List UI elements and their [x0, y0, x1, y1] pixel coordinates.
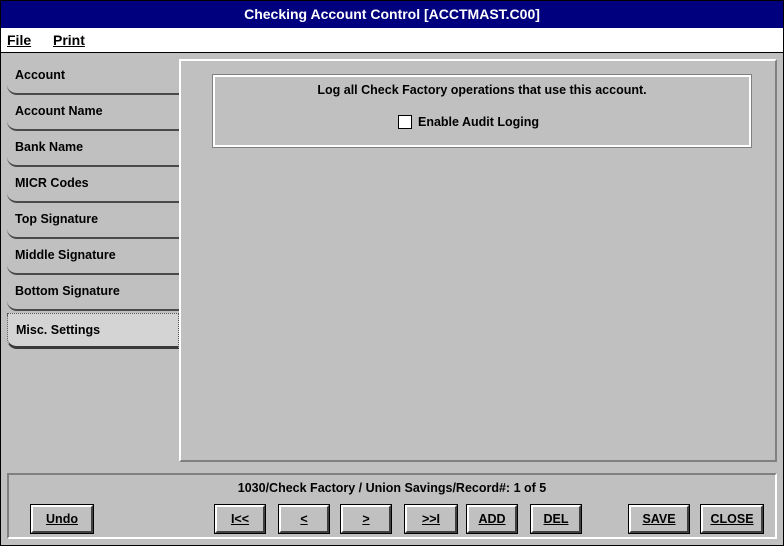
- first-record-button[interactable]: I<<: [214, 504, 266, 534]
- window-title: Checking Account Control [ACCTMAST.C00]: [244, 6, 540, 22]
- tab-misc-settings[interactable]: Misc. Settings: [7, 313, 179, 349]
- tab-label: Top Signature: [15, 212, 99, 226]
- delete-button[interactable]: DEL: [530, 504, 582, 534]
- application-window: Checking Account Control [ACCTMAST.C00] …: [0, 0, 784, 546]
- menu-file-label: File: [7, 32, 32, 48]
- menu-print-label: Print: [53, 32, 85, 48]
- menu-file[interactable]: File: [7, 32, 31, 48]
- tab-bottom-signature[interactable]: Bottom Signature: [7, 275, 179, 311]
- previous-record-button-label: <: [300, 512, 308, 526]
- tab-account-name[interactable]: Account Name: [7, 95, 179, 131]
- close-button-label: CLOSE: [710, 512, 754, 526]
- tab-label: Bank Name: [15, 140, 84, 154]
- undo-button-label: Undo: [46, 512, 78, 526]
- enable-audit-checkbox[interactable]: Enable Audit Loging: [398, 114, 539, 129]
- tab-label: MICR Codes: [15, 176, 89, 190]
- last-record-button-label: >>I: [421, 512, 441, 526]
- next-record-button-label: >: [362, 512, 370, 526]
- audit-group-box: Log all Check Factory operations that us…: [212, 74, 752, 148]
- tab-account[interactable]: Account: [7, 59, 179, 95]
- tab-label: Middle Signature: [15, 248, 116, 262]
- undo-button[interactable]: Undo: [30, 504, 94, 534]
- last-record-button[interactable]: >>I: [404, 504, 458, 534]
- menu-print[interactable]: Print: [53, 32, 85, 48]
- previous-record-button[interactable]: <: [278, 504, 330, 534]
- menu-bar: File Print: [1, 28, 783, 53]
- tab-middle-signature[interactable]: Middle Signature: [7, 239, 179, 275]
- close-button[interactable]: CLOSE: [700, 504, 764, 534]
- add-button[interactable]: ADD: [466, 504, 518, 534]
- save-button[interactable]: SAVE: [628, 504, 690, 534]
- tab-content-panel: Log all Check Factory operations that us…: [179, 59, 777, 462]
- audit-description: Log all Check Factory operations that us…: [317, 83, 647, 97]
- add-button-label: ADD: [478, 512, 506, 526]
- tab-label: Account: [15, 68, 65, 82]
- record-status: 1030/Check Factory / Union Savings/Recor…: [237, 481, 547, 495]
- record-navigation-panel: 1030/Check Factory / Union Savings/Recor…: [7, 473, 777, 539]
- tab-top-signature[interactable]: Top Signature: [7, 203, 179, 239]
- title-bar[interactable]: Checking Account Control [ACCTMAST.C00]: [1, 1, 783, 28]
- checkbox-box[interactable]: [398, 114, 412, 129]
- tab-label: Misc. Settings: [16, 323, 101, 337]
- enable-audit-label: Enable Audit Loging: [418, 114, 540, 129]
- first-record-button-label: I<<: [230, 512, 250, 526]
- save-button-label: SAVE: [642, 512, 676, 526]
- next-record-button[interactable]: >: [340, 504, 392, 534]
- tab-label: Account Name: [15, 104, 103, 118]
- tab-micr-codes[interactable]: MICR Codes: [7, 167, 179, 203]
- tab-label: Bottom Signature: [15, 284, 120, 298]
- delete-button-label: DEL: [543, 512, 569, 526]
- tab-bank-name[interactable]: Bank Name: [7, 131, 179, 167]
